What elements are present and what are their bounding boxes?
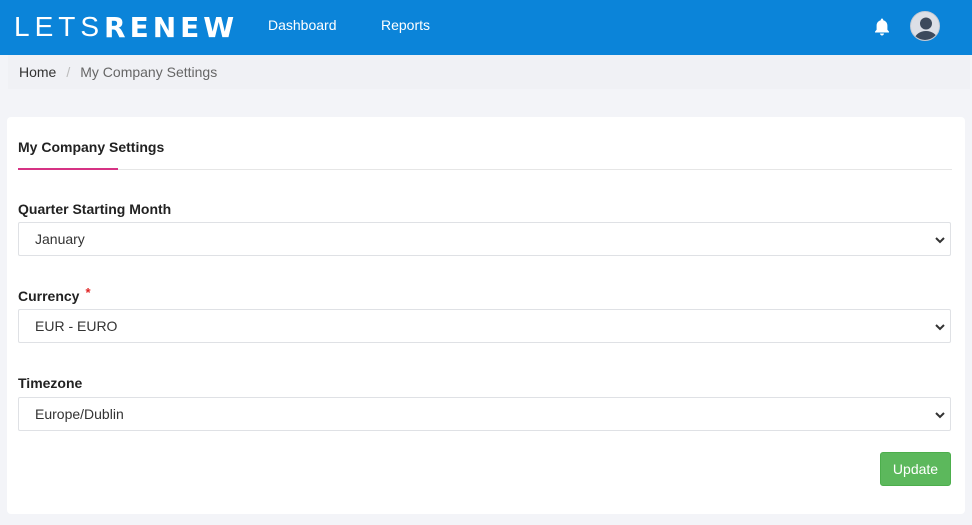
logo-text-renew: RENEW	[104, 10, 239, 44]
card-title: My Company Settings	[18, 139, 165, 155]
quarter-month-label: Quarter Starting Month	[18, 201, 172, 217]
quarter-month-value: January	[35, 231, 85, 247]
currency-label: Currency	[18, 288, 80, 304]
settings-card: My Company Settings Quarter Starting Mon…	[7, 117, 965, 514]
currency-value: EUR - EURO	[35, 318, 118, 334]
letsrenew-logo[interactable]: LETS RENEW	[14, 9, 238, 45]
bell-icon[interactable]	[873, 17, 891, 37]
timezone-label: Timezone	[18, 375, 83, 391]
breadcrumb-separator: /	[66, 64, 71, 80]
timezone-value: Europe/Dublin	[35, 406, 124, 422]
breadcrumb-current: My Company Settings	[80, 64, 218, 80]
currency-select[interactable]: EUR - EURO	[18, 309, 951, 343]
update-button[interactable]: Update	[880, 452, 951, 486]
nav-reports-link[interactable]: Reports	[381, 17, 430, 33]
logo-text-lets: LETS	[14, 11, 105, 42]
title-accent-underline	[18, 168, 118, 170]
top-navbar: LETS RENEW Dashboard Reports	[0, 0, 972, 55]
chevron-down-icon	[935, 237, 945, 244]
currency-label-row: Currency *	[18, 285, 91, 304]
title-divider	[18, 169, 952, 170]
required-asterisk: *	[85, 285, 91, 300]
chevron-down-icon	[935, 324, 945, 331]
nav-dashboard-link[interactable]: Dashboard	[268, 17, 337, 33]
breadcrumb-home-link[interactable]: Home	[19, 64, 56, 80]
chevron-down-icon	[935, 412, 945, 419]
quarter-month-select[interactable]: January	[18, 222, 951, 256]
breadcrumb: Home / My Company Settings	[8, 55, 970, 89]
timezone-select[interactable]: Europe/Dublin	[18, 397, 951, 431]
user-avatar-icon[interactable]	[910, 11, 940, 41]
